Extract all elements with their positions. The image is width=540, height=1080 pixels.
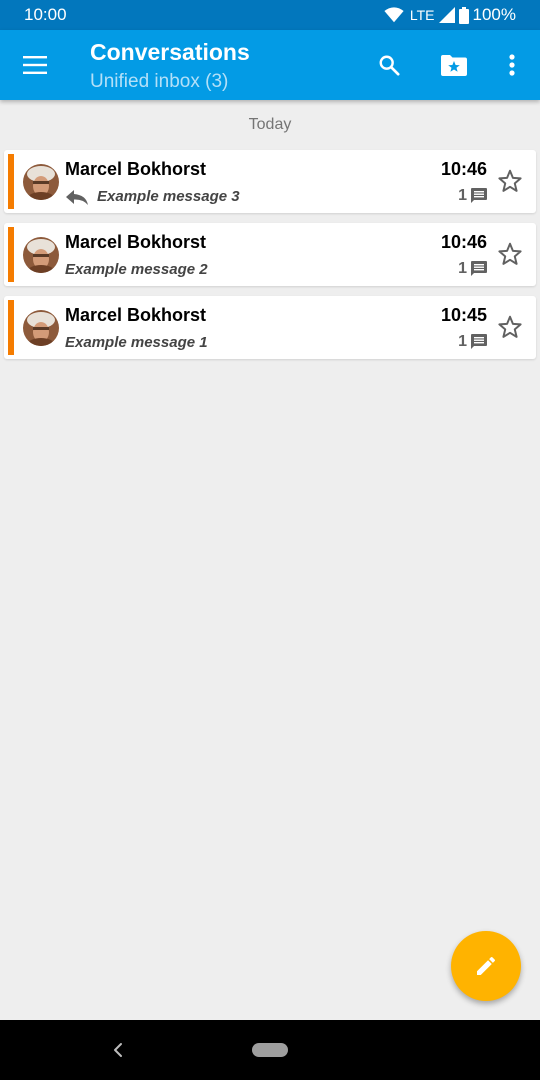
thread-count: 1: [458, 333, 487, 351]
star-outline-icon: [498, 315, 522, 338]
message-time: 10:46: [440, 232, 487, 252]
comment-icon: [471, 261, 487, 276]
star-outline-icon: [498, 242, 522, 265]
app-bar: Conversations Unified inbox (3): [0, 30, 540, 100]
home-button[interactable]: [252, 1043, 288, 1057]
unread-indicator: [8, 300, 14, 355]
battery-level: 100%: [472, 5, 516, 24]
more-vert-icon: [509, 54, 515, 76]
comment-icon: [471, 188, 487, 203]
list-item[interactable]: Marcel Bokhorst 10:45 Example message 1 …: [4, 296, 536, 359]
search-icon: [379, 55, 400, 76]
signal-icon: [438, 7, 455, 23]
battery-icon: [458, 6, 469, 24]
star-outline-icon: [498, 169, 522, 192]
avatar[interactable]: [23, 237, 59, 273]
folders-button[interactable]: [430, 41, 478, 89]
status-icons: LTE 100%: [384, 5, 516, 25]
status-time: 10:00: [24, 5, 67, 24]
subject-row: Example message 3: [65, 188, 240, 205]
subject-row: Example message 2: [65, 261, 208, 278]
thread-count-value: 1: [458, 260, 467, 277]
unread-indicator: [8, 227, 14, 282]
status-bar: 10:00 LTE 100%: [0, 0, 540, 30]
overflow-menu-button[interactable]: [488, 41, 536, 89]
network-type: LTE: [409, 7, 435, 23]
reply-icon: [66, 189, 88, 205]
thread-count-value: 1: [458, 187, 467, 204]
unread-indicator: [8, 154, 14, 209]
list-item[interactable]: Marcel Bokhorst 10:46 Example message 2 …: [4, 223, 536, 286]
date-section-header: Today: [248, 116, 292, 133]
star-button[interactable]: [496, 167, 524, 195]
star-button[interactable]: [496, 240, 524, 268]
list-item[interactable]: Marcel Bokhorst 10:46 Example message 3 …: [4, 150, 536, 213]
pencil-icon: [477, 956, 496, 975]
wifi-icon: [384, 7, 404, 23]
message-time: 10:45: [440, 305, 487, 325]
page-title: Conversations: [90, 39, 250, 65]
sender-name: Marcel Bokhorst: [65, 232, 207, 252]
back-button[interactable]: [104, 1038, 132, 1062]
page-subtitle: Unified inbox (3): [90, 71, 229, 92]
sender-name: Marcel Bokhorst: [65, 159, 207, 179]
sender-name: Marcel Bokhorst: [65, 305, 207, 325]
thread-count: 1: [458, 260, 487, 278]
thread-count-value: 1: [458, 333, 467, 350]
star-button[interactable]: [496, 313, 524, 341]
folder-star-icon: [441, 55, 467, 76]
chevron-left-icon: [114, 1043, 122, 1057]
comment-icon: [471, 334, 487, 349]
compose-button[interactable]: [451, 931, 521, 1001]
avatar[interactable]: [23, 164, 59, 200]
message-subject: Example message 3: [97, 188, 240, 205]
menu-button[interactable]: [11, 41, 59, 89]
menu-icon: [23, 56, 47, 74]
search-button[interactable]: [365, 41, 413, 89]
message-subject: Example message 2: [65, 261, 208, 278]
message-subject: Example message 1: [65, 334, 208, 351]
message-time: 10:46: [440, 159, 487, 179]
system-nav-bar: [0, 1020, 540, 1080]
avatar[interactable]: [23, 310, 59, 346]
subject-row: Example message 1: [65, 334, 208, 351]
thread-count: 1: [458, 187, 487, 205]
